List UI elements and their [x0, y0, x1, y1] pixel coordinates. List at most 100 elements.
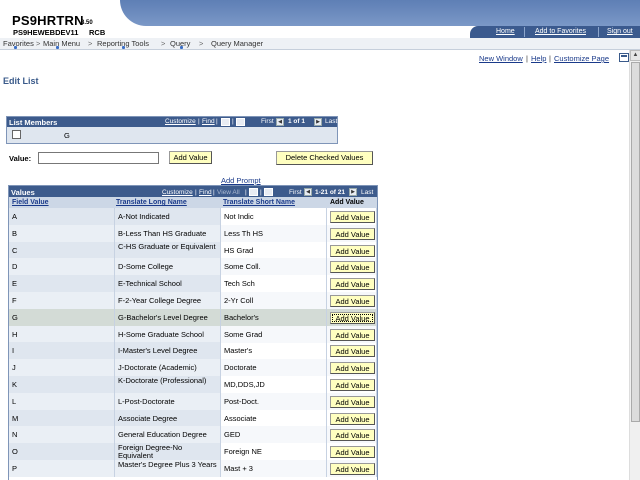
field-value-cell-text: N — [12, 430, 18, 440]
view-grid-icon[interactable] — [249, 188, 258, 196]
long-name-cell-text: B-Less Than HS Graduate — [118, 228, 207, 238]
menu-favorites[interactable]: Favorites — [3, 39, 34, 48]
previous-arrow-icon[interactable]: ◀ — [304, 188, 312, 196]
grid-header: List Members Customize | Find | | First … — [7, 117, 337, 127]
page-grid-icon[interactable] — [619, 53, 629, 62]
nav-separator: | — [216, 118, 218, 125]
row-add-value-button[interactable]: Add Value — [330, 227, 375, 240]
dropdown-indicator-icon — [14, 46, 17, 49]
field-value-cell: N — [9, 426, 115, 444]
add-prompt-link[interactable]: Add Prompt — [221, 176, 261, 185]
column-translate-short-name[interactable]: Translate Short Name — [223, 199, 295, 206]
field-value-cell-text: O — [12, 447, 18, 457]
field-value-cell-text: P — [12, 464, 18, 473]
short-name-cell-text: HS Grad — [224, 245, 254, 255]
next-arrow-icon[interactable]: ▶ — [349, 188, 357, 196]
add-to-favorites-link[interactable]: Add to Favorites — [535, 28, 586, 35]
find-link[interactable]: Find — [202, 118, 215, 125]
row-add-value-button[interactable]: Add Value — [330, 295, 375, 307]
short-name-cell-text: Not Indic — [224, 212, 254, 221]
new-window-link[interactable]: New Window — [479, 54, 523, 63]
short-name-cell: Tech Sch — [221, 275, 327, 293]
short-name-cell: Bachelor's — [221, 308, 327, 326]
row-add-value-button[interactable]: Add Value — [330, 463, 375, 475]
member-checkbox[interactable] — [12, 130, 21, 139]
short-name-cell: Associate — [221, 409, 327, 427]
field-value-cell-text: D — [12, 262, 18, 272]
short-name-cell-text: Foreign NE — [224, 447, 262, 457]
row-add-value-button[interactable]: Add Value — [330, 244, 375, 257]
short-name-cell-text: MD,DDS,JD — [224, 380, 265, 389]
app-version: 8.50 — [81, 20, 93, 26]
next-arrow-icon[interactable]: ▶ — [314, 118, 322, 126]
scroll-up-icon[interactable]: ▲ — [630, 50, 640, 61]
find-link[interactable]: Find — [199, 189, 212, 196]
row-add-value-button[interactable]: Add Value — [330, 395, 375, 408]
row-add-value-button[interactable]: Add Value — [330, 311, 375, 324]
column-field-value[interactable]: Field Value — [12, 199, 49, 206]
field-value-cell: O — [9, 443, 115, 461]
add-value-button[interactable]: Add Value — [169, 151, 212, 164]
help-link[interactable]: Help — [531, 54, 546, 63]
column-translate-long-name[interactable]: Translate Long Name — [116, 199, 187, 206]
view-all-link[interactable]: View All — [217, 189, 240, 196]
field-value-cell: K — [9, 376, 115, 393]
customize-link[interactable]: Customize — [162, 189, 193, 196]
long-name-cell-text: H-Some Graduate School — [118, 329, 204, 339]
row-add-value-button[interactable]: Add Value — [330, 412, 375, 425]
short-name-cell-text: Tech Sch — [224, 279, 255, 289]
row-range: 1 of 1 — [288, 118, 305, 125]
table-row: N General Education Degree GED Add Value — [9, 426, 377, 444]
first-label: First — [261, 118, 274, 125]
long-name-cell: F-2-Year College Degree — [115, 292, 221, 309]
home-link[interactable]: Home — [496, 28, 515, 35]
row-add-value-button[interactable]: Add Value — [330, 362, 375, 375]
short-name-cell: Less Th HS — [221, 224, 327, 242]
long-name-cell: D-Some College — [115, 258, 221, 276]
menu-query-manager[interactable]: Query Manager — [211, 39, 263, 48]
grid-title: List Members — [9, 118, 58, 127]
view-grid-icon[interactable] — [221, 118, 230, 126]
member-value: G — [64, 131, 70, 140]
long-name-cell: B-Less Than HS Graduate — [115, 224, 221, 242]
table-row: H H-Some Graduate School Some Grad Add Valu… — [9, 325, 377, 343]
first-label: First — [289, 189, 302, 196]
row-add-value-button[interactable]: Add Value — [330, 261, 375, 274]
long-name-cell-text: D-Some College — [118, 262, 174, 272]
row-add-value-button[interactable]: Add Value — [330, 446, 375, 459]
row-add-value-button[interactable]: Add Value — [330, 278, 375, 291]
field-value-cell: E — [9, 275, 115, 293]
row-add-value-button[interactable]: Add Value — [330, 328, 375, 341]
customize-link[interactable]: Customize — [165, 118, 196, 125]
field-value-cell-text: L — [12, 396, 17, 406]
long-name-cell: G-Bachelor's Level Degree — [115, 308, 221, 326]
scroll-thumb[interactable] — [631, 62, 640, 422]
last-label: Last — [361, 189, 374, 196]
row-add-value-button[interactable]: Add Value — [330, 211, 375, 223]
field-value-cell: J — [9, 359, 115, 377]
menu-main-menu[interactable]: Main Menu — [43, 39, 80, 48]
delete-checked-values-button[interactable]: Delete Checked Values — [276, 151, 373, 165]
field-value-cell-text: G — [12, 312, 18, 322]
row-range: 1-21 of 21 — [315, 189, 345, 196]
download-icon[interactable] — [264, 188, 273, 196]
field-value-cell: I — [9, 342, 115, 360]
link-separator: | — [526, 54, 528, 63]
database-name: PS9HEWEBDEV11 — [13, 28, 79, 37]
value-input[interactable] — [38, 152, 159, 164]
vertical-scrollbar[interactable]: ▲ — [629, 50, 640, 480]
customize-page-link[interactable]: Customize Page — [554, 54, 609, 63]
row-add-value-button[interactable]: Add Value — [330, 379, 375, 391]
download-icon[interactable] — [236, 118, 245, 126]
row-add-value-button[interactable]: Add Value — [330, 429, 375, 442]
field-value-cell-text: E — [12, 279, 18, 289]
menu-bar: Favorites > Main Menu > Reporting Tools … — [0, 38, 640, 50]
long-name-cell-text: A-Not Indicated — [118, 212, 170, 221]
sign-out-link[interactable]: Sign out — [607, 28, 633, 35]
long-name-cell-text: E-Technical School — [118, 279, 182, 289]
long-name-cell-text: Master's Degree Plus 3 Years — [118, 460, 217, 469]
previous-arrow-icon[interactable]: ◀ — [276, 118, 284, 126]
long-name-cell-text: I-Master's Level Degree — [118, 346, 198, 356]
row-add-value-button[interactable]: Add Value — [330, 345, 375, 358]
long-name-cell-text: F-2-Year College Degree — [118, 296, 202, 305]
